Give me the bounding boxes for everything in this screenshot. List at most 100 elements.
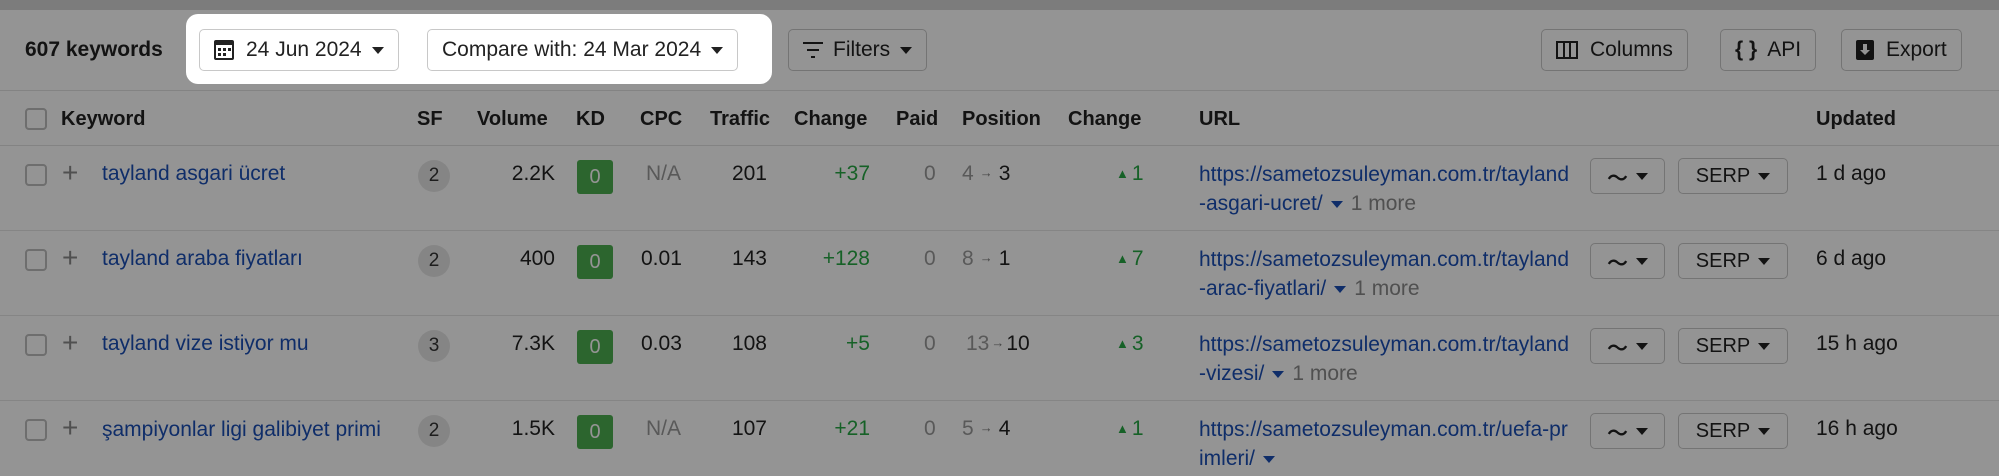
col-url[interactable]: URL [1199, 108, 1240, 131]
compare-date-button[interactable]: Compare with: 24 Mar 2024 [427, 29, 739, 71]
cpc-value: N/A [646, 417, 682, 440]
col-sf[interactable]: SF [417, 108, 443, 131]
columns-icon [1556, 41, 1578, 59]
position-from: 13 [966, 332, 990, 355]
chevron-down-icon [1635, 427, 1648, 435]
sf-badge[interactable]: 2 [418, 245, 450, 277]
url-link[interactable]: https://sametozsuleyman.com.tr/tayland-a… [1199, 245, 1569, 303]
row-checkbox[interactable] [25, 334, 47, 356]
serp-dropdown-button[interactable]: SERP [1678, 328, 1788, 364]
calendar-icon [214, 40, 234, 60]
kd-badge: 0 [577, 245, 613, 279]
traffic-value: 108 [731, 332, 767, 355]
keyword-link[interactable]: tayland araba fiyatları [102, 247, 303, 271]
trend-chart-icon: 〜 [1607, 167, 1628, 190]
row-checkbox[interactable] [25, 249, 47, 271]
url-link[interactable]: https://sametozsuleyman.com.tr/tayland-v… [1199, 330, 1569, 388]
trend-chart-icon: 〜 [1607, 252, 1628, 275]
chevron-down-icon [371, 46, 384, 54]
chevron-down-icon[interactable] [1330, 200, 1343, 208]
select-all-checkbox[interactable] [25, 108, 47, 130]
sf-badge[interactable]: 2 [418, 160, 450, 192]
chart-dropdown-button[interactable]: 〜 [1590, 413, 1665, 449]
position-to: 10 [1006, 332, 1030, 355]
position-value: 8 → 1 [962, 247, 1010, 271]
keyword-count: 607 keywords [25, 38, 163, 61]
serp-dropdown-button[interactable]: SERP [1678, 243, 1788, 279]
position-change-value: ▲ 1 [1116, 417, 1144, 440]
url-link[interactable]: https://sametozsuleyman.com.tr/uefa-prim… [1199, 415, 1569, 473]
col-keyword[interactable]: Keyword [61, 108, 145, 131]
traffic-value: 143 [731, 247, 767, 270]
chart-dropdown-button[interactable]: 〜 [1590, 243, 1665, 279]
updated-value: 15 h ago [1816, 332, 1898, 355]
more-urls-link[interactable]: 1 more [1354, 277, 1419, 300]
row-checkbox[interactable] [25, 419, 47, 441]
chevron-down-icon[interactable] [1272, 370, 1285, 378]
arrow-right-icon: → [979, 165, 993, 180]
columns-button[interactable]: Columns [1541, 29, 1688, 71]
col-change[interactable]: Change [794, 108, 867, 131]
chevron-down-icon[interactable] [1263, 455, 1275, 463]
chevron-down-icon[interactable] [1334, 285, 1347, 293]
cpc-value: 0.03 [641, 332, 682, 355]
sf-badge[interactable]: 2 [418, 415, 450, 447]
triangle-up-icon: ▲ [1116, 421, 1129, 436]
date-picker-button[interactable]: 24 Jun 2024 [199, 29, 399, 71]
sf-badge[interactable]: 3 [418, 330, 450, 362]
kd-badge: 0 [577, 160, 613, 194]
chevron-down-icon [711, 46, 724, 54]
traffic-change-value: +128 [822, 247, 870, 270]
position-from: 4 [962, 162, 974, 185]
export-label: Export [1886, 38, 1947, 61]
keyword-link[interactable]: tayland asgari ücret [102, 162, 285, 186]
api-button[interactable]: { } API [1720, 29, 1817, 71]
col-position[interactable]: Position [962, 108, 1041, 131]
chevron-down-icon [1758, 257, 1771, 265]
keyword-link[interactable]: şampiyonlar ligi galibiyet primi [102, 415, 392, 444]
chart-dropdown-button[interactable]: 〜 [1590, 328, 1665, 364]
row-checkbox[interactable] [25, 164, 47, 186]
updated-value: 16 h ago [1816, 417, 1898, 440]
add-keyword-icon[interactable]: + [62, 412, 78, 444]
add-keyword-icon[interactable]: + [62, 157, 78, 189]
filters-button[interactable]: Filters [788, 29, 928, 71]
cpc-value: 0.01 [641, 247, 682, 270]
chevron-down-icon [1635, 342, 1648, 350]
col-traffic[interactable]: Traffic [710, 108, 770, 131]
trend-chart-icon: 〜 [1607, 422, 1628, 445]
table-row: + tayland araba fiyatları 2 400 0 0.01 1… [0, 231, 1999, 316]
arrow-right-icon: → [979, 250, 993, 265]
columns-label: Columns [1590, 38, 1673, 61]
triangle-up-icon: ▲ [1116, 251, 1129, 266]
keyword-link[interactable]: tayland vize istiyor mu [102, 332, 309, 356]
position-change-value: ▲ 1 [1116, 162, 1144, 185]
col-paid[interactable]: Paid [896, 108, 938, 131]
table-header: Keyword SF Volume KD CPC Traffic Change … [0, 90, 1999, 146]
top-strip [0, 0, 1999, 10]
traffic-change-value: +21 [834, 417, 870, 440]
arrow-right-icon: → [991, 335, 1005, 350]
more-urls-link[interactable]: 1 more [1351, 192, 1416, 215]
position-change-value: ▲ 3 [1116, 332, 1144, 355]
triangle-up-icon: ▲ [1116, 166, 1129, 181]
add-keyword-icon[interactable]: + [62, 242, 78, 274]
api-label: API [1767, 38, 1802, 61]
table-row: + şampiyonlar ligi galibiyet primi 2 1.5… [0, 401, 1999, 476]
add-keyword-icon[interactable]: + [62, 327, 78, 359]
serp-dropdown-button[interactable]: SERP [1678, 158, 1788, 194]
export-button[interactable]: Export [1841, 29, 1962, 71]
kd-badge: 0 [577, 330, 613, 364]
position-value: 4 → 3 [962, 162, 1010, 186]
table-row: + tayland vize istiyor mu 3 7.3K 0 0.03 … [0, 316, 1999, 401]
position-to: 4 [998, 417, 1011, 440]
serp-dropdown-button[interactable]: SERP [1678, 413, 1788, 449]
url-link[interactable]: https://sametozsuleyman.com.tr/tayland-a… [1199, 160, 1569, 218]
col-cpc[interactable]: CPC [640, 108, 682, 131]
col-kd[interactable]: KD [576, 108, 605, 131]
more-urls-link[interactable]: 1 more [1292, 362, 1357, 385]
col-position-change[interactable]: Change [1068, 108, 1141, 131]
col-updated[interactable]: Updated [1816, 108, 1896, 131]
chart-dropdown-button[interactable]: 〜 [1590, 158, 1665, 194]
col-volume[interactable]: Volume [477, 108, 548, 131]
